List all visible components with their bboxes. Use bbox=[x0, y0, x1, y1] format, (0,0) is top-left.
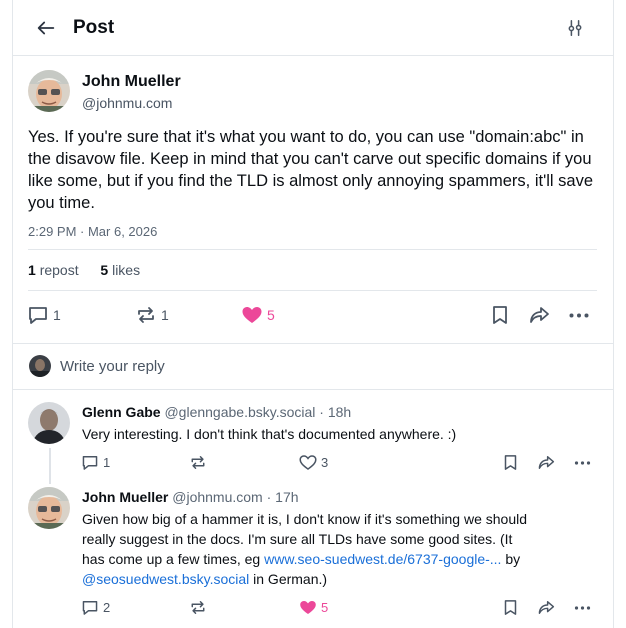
reply-author-name[interactable]: Glenn Gabe bbox=[82, 404, 161, 420]
reply-avatar[interactable] bbox=[28, 487, 70, 529]
share-icon[interactable] bbox=[537, 454, 555, 471]
author-avatar[interactable] bbox=[28, 70, 70, 112]
share-icon[interactable] bbox=[537, 599, 555, 616]
like-button[interactable]: 5 bbox=[299, 599, 328, 616]
repost-icon[interactable] bbox=[189, 454, 207, 471]
like-count-link[interactable]: 5 likes bbox=[100, 262, 140, 278]
reply-icon bbox=[29, 307, 47, 324]
share-icon[interactable] bbox=[528, 305, 550, 325]
bookmark-icon[interactable] bbox=[503, 454, 518, 471]
reply-placeholder: Write your reply bbox=[60, 358, 165, 375]
reply-button[interactable]: 2 bbox=[81, 599, 110, 616]
heart-filled-icon bbox=[300, 600, 316, 615]
thread-settings-icon[interactable] bbox=[566, 19, 584, 37]
reply-author-line: Glenn Gabe @glenngabe.bsky.social · 18h bbox=[82, 404, 351, 420]
page-title: Post bbox=[73, 17, 115, 38]
repost-button[interactable]: 1 bbox=[135, 305, 169, 325]
like-button[interactable]: 3 bbox=[299, 454, 328, 471]
reply-author-handle[interactable]: @johnmu.com bbox=[172, 489, 262, 505]
reply-avatar[interactable] bbox=[28, 402, 70, 444]
reply-text: Very interesting. I don't think that's d… bbox=[82, 426, 457, 442]
thread-connector bbox=[49, 448, 51, 484]
external-link[interactable]: www.seo-suedwest.de/6737-google-... bbox=[264, 551, 501, 567]
mention-link[interactable]: @seosuedwest.bsky.social bbox=[82, 571, 249, 587]
post-thread-panel: Post John Mueller @johnmu.com Yes. If yo… bbox=[12, 0, 614, 628]
reply-text: Given how big of a hammer it is, I don't… bbox=[82, 511, 527, 587]
author-handle[interactable]: @johnmu.com bbox=[82, 95, 172, 111]
back-arrow-icon[interactable] bbox=[35, 17, 57, 39]
more-options-icon[interactable] bbox=[574, 606, 591, 610]
more-options-icon[interactable] bbox=[574, 461, 591, 465]
bookmark-icon[interactable] bbox=[503, 599, 518, 616]
page-header: Post bbox=[13, 0, 613, 56]
post-timestamp: 2:29 PM · Mar 6, 2026 bbox=[28, 224, 158, 239]
divider bbox=[28, 290, 597, 291]
divider bbox=[28, 249, 597, 250]
heart-filled-icon bbox=[242, 307, 262, 323]
reply-button[interactable]: 1 bbox=[27, 305, 61, 325]
reply-button[interactable]: 1 bbox=[81, 454, 110, 471]
reply-author-line: John Mueller @johnmu.com · 17h bbox=[82, 489, 299, 505]
like-button[interactable]: 5 bbox=[241, 305, 275, 325]
post-stats: 1 repost 5 likes bbox=[28, 262, 140, 278]
reply-age: · 18h bbox=[319, 404, 352, 420]
reply-author-name[interactable]: John Mueller bbox=[82, 489, 168, 505]
author-name[interactable]: John Mueller bbox=[82, 73, 181, 91]
reply-icon bbox=[82, 456, 98, 470]
repost-count-link[interactable]: 1 repost bbox=[28, 262, 79, 278]
repost-icon bbox=[138, 307, 154, 323]
write-reply-box[interactable]: Write your reply bbox=[13, 344, 613, 390]
more-options-icon[interactable] bbox=[569, 313, 589, 318]
reply-age: · 17h bbox=[266, 489, 299, 505]
bookmark-icon[interactable] bbox=[491, 305, 509, 325]
reply-icon bbox=[82, 601, 98, 615]
current-user-avatar bbox=[29, 355, 51, 377]
post-body-text: Yes. If you're sure that it's what you w… bbox=[28, 128, 594, 212]
heart-outline-icon bbox=[299, 455, 317, 470]
repost-icon[interactable] bbox=[189, 599, 207, 616]
reply-author-handle[interactable]: @glenngabe.bsky.social bbox=[164, 404, 315, 420]
